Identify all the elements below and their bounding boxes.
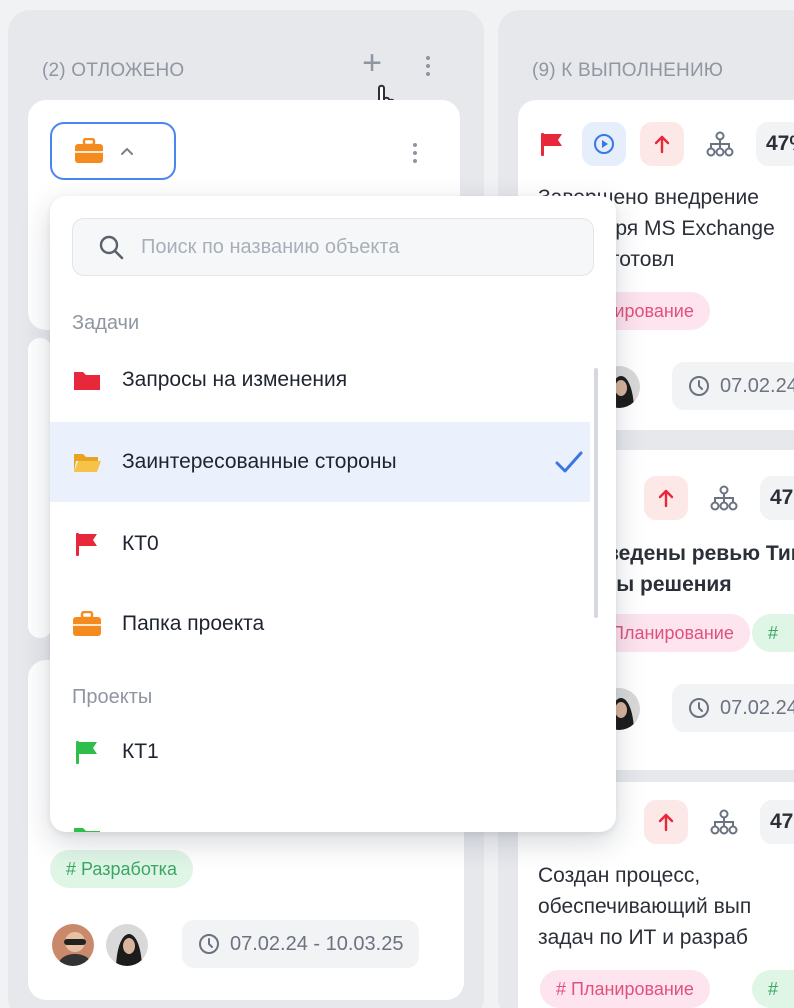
dropdown-item-stakeholders[interactable]: Заинтересованные стороны: [50, 422, 590, 502]
hierarchy-icon: [710, 809, 738, 835]
priority-button[interactable]: [640, 122, 684, 166]
hierarchy-icon: [706, 131, 734, 157]
dropdown-scrollbar[interactable]: [594, 368, 598, 618]
hierarchy-icon: [710, 485, 738, 511]
date-range: 07.02.24: [672, 362, 794, 410]
avatar[interactable]: [104, 922, 150, 968]
progress-percent: 47%: [756, 122, 794, 166]
date-range: 07.02.24: [672, 684, 794, 732]
flag-icon: [76, 741, 97, 764]
status-button[interactable]: [582, 122, 626, 166]
tag-badge: # Разработка: [50, 850, 193, 888]
arrow-up-icon: [658, 813, 674, 832]
dropdown-item-kt1[interactable]: КТ1: [50, 712, 590, 792]
search-input[interactable]: [141, 235, 581, 259]
briefcase-icon: [73, 611, 101, 636]
hierarchy-button[interactable]: [702, 800, 746, 844]
briefcase-icon: [75, 138, 103, 163]
clock-icon: [199, 934, 219, 954]
folder-icon: [74, 372, 100, 390]
search-field[interactable]: [72, 218, 594, 276]
chevron-up-icon: [121, 148, 133, 155]
column-title: (9) К ВЫПОЛНЕНИЮ: [532, 60, 724, 81]
section-label-projects: Проекты: [72, 686, 153, 708]
dropdown-item-kt0[interactable]: КТ0: [50, 504, 590, 584]
avatar[interactable]: [50, 922, 96, 968]
card-menu-button[interactable]: [408, 138, 422, 168]
date-range-text: 07.02.24 - 10.03.25: [230, 932, 404, 955]
column-menu-button[interactable]: [420, 52, 436, 80]
hierarchy-button[interactable]: [702, 476, 746, 520]
add-card-button[interactable]: +: [358, 46, 386, 80]
tag-badge: #: [752, 970, 794, 1008]
dropdown-item-change-requests[interactable]: Запросы на изменения: [50, 340, 590, 420]
flag-icon: [541, 133, 562, 156]
card[interactable]: [28, 338, 52, 638]
clock-icon: [689, 376, 709, 396]
folder-icon: [74, 828, 100, 832]
column-title: (2) ОТЛОЖЕНО: [42, 60, 185, 81]
clock-icon: [689, 698, 709, 718]
dropdown-item-project-folder[interactable]: Папка проекта: [50, 584, 590, 664]
play-circle-icon: [594, 134, 614, 154]
card-description: ведены ревью Тим ты решения: [606, 542, 794, 596]
progress-percent: 47%: [760, 476, 794, 520]
card-description: Создан процесс, обеспечивающий вып задач п…: [538, 864, 752, 949]
checkmark-icon: [555, 451, 583, 473]
folder-open-icon: [74, 454, 101, 472]
priority-button[interactable]: [644, 800, 688, 844]
date-range: 07.02.24 - 10.03.25: [182, 920, 420, 968]
progress-percent: 47%: [760, 800, 794, 844]
card-icon-row: 47%: [644, 800, 794, 844]
kanban-board: (2) ОТЛОЖЕНО + # Разработка 07.02.24 - 1…: [0, 0, 794, 1008]
section-label-tasks: Задачи: [72, 312, 140, 334]
priority-button[interactable]: [644, 476, 688, 520]
dropdown-item-partial[interactable]: [50, 796, 590, 832]
card-icon-row: 47%: [644, 476, 794, 520]
date-range-text: 07.02.24: [720, 374, 794, 397]
flag-icon: [76, 533, 97, 556]
arrow-up-icon: [654, 135, 670, 154]
tag-badge: # Планирование: [540, 970, 710, 1008]
object-type-select[interactable]: [50, 122, 176, 180]
object-type-dropdown: Задачи Запросы на изменения Заинтересова…: [50, 196, 616, 832]
card-icon-row: 47%: [538, 122, 794, 166]
date-range-text: 07.02.24: [720, 696, 794, 719]
arrow-up-icon: [658, 489, 674, 508]
search-icon: [99, 235, 124, 260]
hierarchy-button[interactable]: [698, 122, 742, 166]
tag-badge: #: [752, 614, 794, 652]
